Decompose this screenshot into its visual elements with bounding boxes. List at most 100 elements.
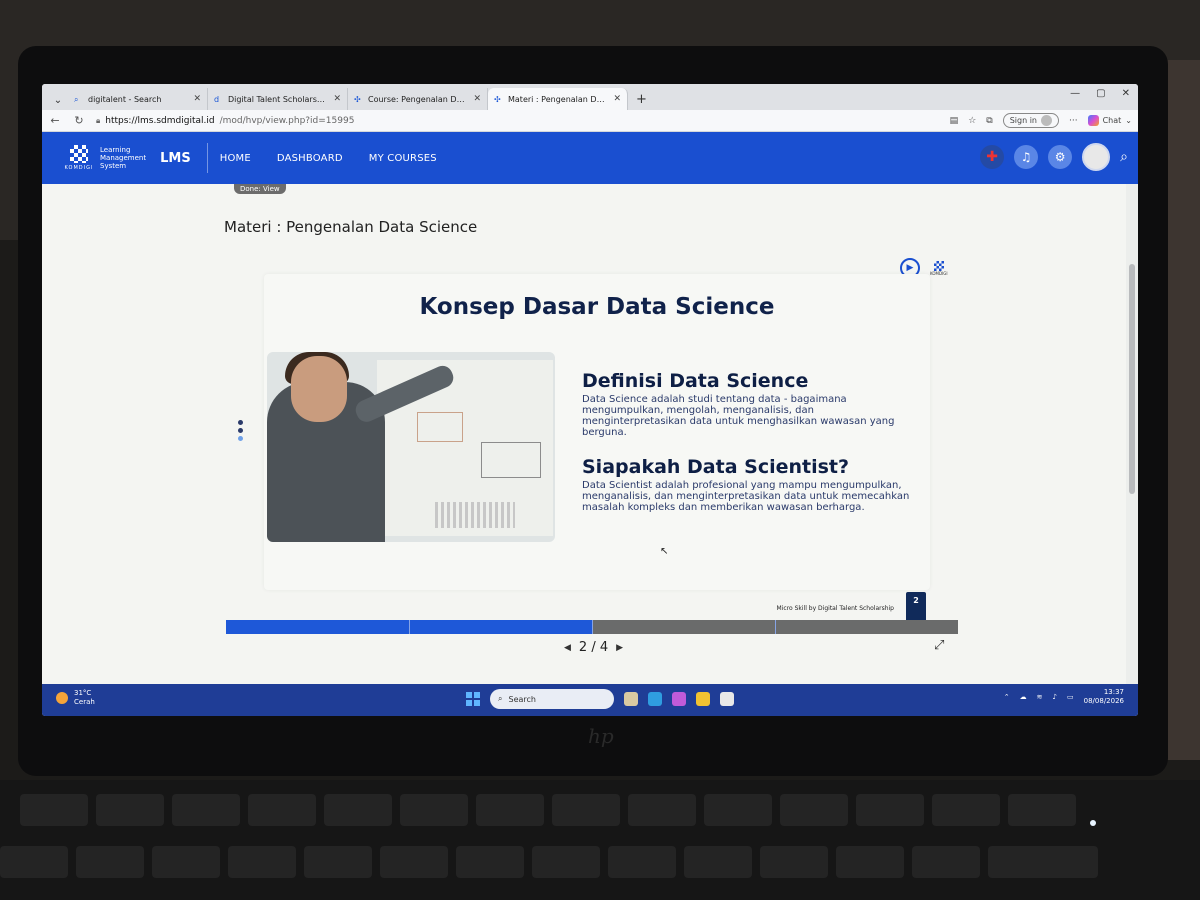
- mouse-cursor-icon: ↖: [660, 546, 669, 557]
- notifications-bell-icon[interactable]: ♫: [1014, 145, 1039, 169]
- maximize-icon[interactable]: ▢: [1096, 88, 1105, 99]
- user-avatar[interactable]: [1082, 143, 1111, 171]
- key: [628, 794, 696, 826]
- key: [324, 794, 392, 826]
- laptop-keyboard: [0, 780, 1200, 900]
- copilot-chat-button[interactable]: Chat ⌄: [1087, 115, 1132, 126]
- windows-start-icon[interactable]: [466, 692, 480, 706]
- volume-icon[interactable]: ♪: [1053, 693, 1057, 701]
- cloud-icon[interactable]: ☁: [1020, 693, 1027, 701]
- close-icon[interactable]: ✕: [613, 94, 621, 104]
- new-tab-button[interactable]: +: [628, 88, 655, 110]
- close-icon[interactable]: ✕: [473, 94, 481, 104]
- url-path: /mod/hvp/view.php?id=15995: [219, 115, 355, 126]
- close-icon[interactable]: ✕: [193, 94, 201, 104]
- main-menu: HOME DASHBOARD MY COURSES: [220, 153, 437, 164]
- key: [836, 846, 904, 878]
- search-icon: ⌕: [498, 694, 503, 703]
- slide-text-block: Definisi Data Science Data Science adala…: [582, 370, 912, 513]
- language-flag-icon[interactable]: ✚: [980, 145, 1005, 169]
- next-slide-icon[interactable]: ▶: [616, 643, 623, 653]
- key: [608, 846, 676, 878]
- store-icon[interactable]: [720, 692, 734, 706]
- weather-widget[interactable]: 31°C Cerah: [56, 689, 95, 707]
- komdigi-mark-icon: [933, 260, 944, 271]
- weather-temp: 31°C: [74, 689, 92, 697]
- battery-icon[interactable]: ▭: [1067, 693, 1074, 701]
- key: [780, 794, 848, 826]
- dot: [238, 436, 243, 441]
- definition-paragraph: Data Science adalah studi tentang data -…: [582, 394, 895, 438]
- reading-view-icon[interactable]: ▤: [950, 116, 959, 126]
- key: [532, 846, 600, 878]
- chevron-up-icon[interactable]: ⌃: [1004, 693, 1010, 701]
- menu-dashboard[interactable]: DASHBOARD: [277, 153, 343, 164]
- edge-browser-icon[interactable]: [648, 692, 662, 706]
- sign-in-button[interactable]: Sign in: [1002, 113, 1059, 128]
- key: [96, 794, 164, 826]
- slide-side-dots: [238, 420, 243, 441]
- number-key-row: [0, 846, 1098, 878]
- previous-slide-icon[interactable]: ◀: [564, 643, 571, 653]
- copilot-icon: [1087, 115, 1099, 126]
- whiteboard-bars: [435, 502, 515, 528]
- komdigi-mini-logo: KOMDIGI: [930, 260, 948, 276]
- taskbar-search-label: Search: [508, 694, 536, 704]
- data-scientist-paragraph: Data Scientist adalah profesional yang m…: [582, 480, 910, 513]
- tab-actions-icon[interactable]: ⌄: [48, 90, 68, 110]
- taskbar-search[interactable]: ⌕ Search: [490, 689, 614, 709]
- page-scrollbar[interactable]: [1126, 184, 1138, 684]
- key: [400, 794, 468, 826]
- browser-tab-4-active[interactable]: ✣ Materi : Pengenalan Data Science ✕: [488, 88, 628, 110]
- menu-my-courses[interactable]: MY COURSES: [369, 153, 437, 164]
- mini-logo-text: KOMDIGI: [930, 270, 948, 276]
- lms-brand[interactable]: KOMDIGI Learning Management System LMS: [65, 143, 208, 173]
- address-bar: ← ↻ 🔒︎ https://lms.sdmdigital.id/mod/hvp…: [42, 110, 1138, 132]
- data-scientist-photo: [267, 352, 555, 542]
- favorite-star-icon[interactable]: ☆: [968, 116, 976, 126]
- minimize-icon[interactable]: —: [1070, 88, 1080, 99]
- key: [152, 846, 220, 878]
- back-arrow-icon[interactable]: ←: [48, 114, 62, 127]
- fullscreen-expand-icon[interactable]: ⤢: [934, 638, 944, 653]
- slide-progress-bar[interactable]: [226, 620, 958, 634]
- browser-tab-1[interactable]: ⌕ digitalent - Search ✕: [68, 88, 208, 110]
- pager-text: 2 / 4: [578, 640, 609, 655]
- clock[interactable]: 13:37 08/08/2026: [1084, 688, 1124, 706]
- browser-tab-2[interactable]: d Digital Talent Scholarship ✕: [208, 88, 348, 110]
- laptop-screen: ⌄ ⌕ digitalent - Search ✕ d Digital Tale…: [42, 84, 1138, 716]
- person-head: [291, 356, 347, 422]
- collections-icon[interactable]: ⧉: [986, 116, 992, 126]
- slide-pager: ◀ 2 / 4 ▶: [564, 640, 623, 655]
- brand-lms-label: LMS: [160, 143, 208, 173]
- komdigi-logo: KOMDIGI: [65, 145, 92, 171]
- scrollbar-thumb[interactable]: [1129, 264, 1135, 494]
- browser-tab-3[interactable]: ✣ Course: Pengenalan Data Science ✕: [348, 88, 488, 110]
- key: [0, 846, 68, 878]
- url-field[interactable]: 🔒︎ https://lms.sdmdigital.id/mod/hvp/vie…: [96, 113, 940, 129]
- tab-title: Materi : Pengenalan Data Science: [508, 94, 609, 104]
- brand-line-2: Management: [100, 154, 147, 162]
- settings-gear-icon[interactable]: ⚙: [1048, 145, 1073, 169]
- dot: [238, 420, 243, 425]
- more-options-icon[interactable]: ···: [1069, 116, 1078, 126]
- file-explorer-icon[interactable]: [696, 692, 710, 706]
- power-led: [1090, 820, 1096, 826]
- reload-icon[interactable]: ↻: [72, 114, 86, 127]
- menu-home[interactable]: HOME: [220, 153, 251, 164]
- search-icon[interactable]: ⌕: [1120, 149, 1128, 165]
- lock-icon: 🔒︎: [96, 115, 101, 125]
- data-scientist-heading: Siapakah Data Scientist?: [582, 456, 850, 478]
- wifi-icon[interactable]: ≋: [1037, 693, 1043, 701]
- task-view-icon[interactable]: [624, 692, 638, 706]
- close-window-icon[interactable]: ✕: [1122, 88, 1130, 99]
- clock-time: 13:37: [1103, 688, 1124, 696]
- browser-tab-bar: ⌄ ⌕ digitalent - Search ✕ d Digital Tale…: [42, 84, 1138, 110]
- copilot-app-icon[interactable]: [672, 692, 686, 706]
- brand-line-3: System: [100, 162, 127, 170]
- slide-page-badge: 2: [906, 592, 926, 620]
- key: [1008, 794, 1076, 826]
- close-icon[interactable]: ✕: [333, 94, 341, 104]
- whiteboard-chart: [481, 442, 541, 478]
- key: [684, 846, 752, 878]
